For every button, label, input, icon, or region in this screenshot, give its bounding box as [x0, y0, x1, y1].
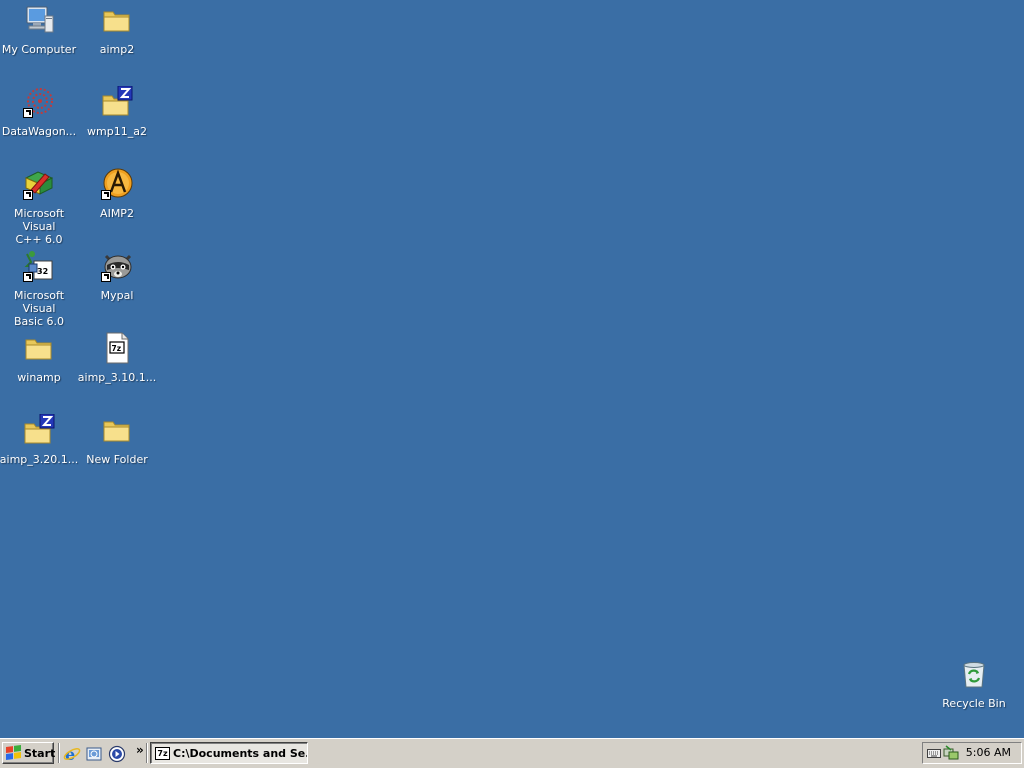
desktop-icon-label: aimp_3.20.1...	[0, 453, 79, 466]
desktop-icon-aimp-3-20-archive[interactable]: aimp_3.20.1...	[0, 412, 78, 466]
7zip-icon: 7z	[155, 746, 170, 760]
windows-logo-icon	[6, 744, 21, 761]
zip-folder-icon	[101, 85, 133, 118]
desktop-icon-label: Microsoft Visual C++ 6.0	[13, 207, 65, 246]
folder-icon	[101, 414, 133, 446]
desktop-icon-label: Mypal	[100, 289, 134, 302]
start-button[interactable]: Start	[2, 742, 56, 764]
taskbar: Start e » 7z C:\Documents and Se... 5:06…	[0, 738, 1024, 768]
desktop-icon-label: winamp	[17, 371, 61, 384]
show-desktop-icon[interactable]	[85, 745, 103, 763]
taskbar-task-7zip-window[interactable]: 7z C:\Documents and Se...	[150, 742, 308, 764]
desktop-icon-datawagon[interactable]: DataWagon...	[0, 84, 78, 138]
task-label: C:\Documents and Se...	[173, 746, 308, 760]
desktop-icon-aimp-3-10-archive[interactable]: 7z aimp_3.10.1...	[78, 330, 156, 384]
desktop-icon-aimp2[interactable]: AIMP2	[78, 166, 156, 220]
7zip-archive-icon: 7z	[101, 332, 133, 364]
internet-explorer-icon[interactable]: e	[63, 745, 81, 764]
clock[interactable]: 5:06 AM	[966, 746, 1011, 759]
aimp-icon	[101, 168, 133, 200]
my-computer-icon	[23, 4, 55, 36]
svg-text:7z: 7z	[112, 344, 122, 353]
network-icon[interactable]	[943, 745, 959, 761]
datawagon-icon	[23, 86, 55, 118]
taskbar-separator	[146, 743, 148, 763]
desktop-icon-recycle-bin[interactable]: Recycle Bin	[935, 656, 1013, 710]
keyboard-icon[interactable]	[927, 747, 941, 759]
desktop-icon-label: wmp11_a2	[87, 125, 147, 138]
visual-cpp-icon	[23, 168, 55, 200]
zip-folder-icon	[23, 413, 55, 446]
recycle-bin-icon	[958, 658, 990, 690]
media-player-icon[interactable]	[108, 745, 126, 763]
desktop-icon-label: Microsoft Visual Basic 6.0	[13, 289, 65, 328]
folder-icon	[23, 332, 55, 364]
desktop-icon-winamp-folder[interactable]: winamp	[0, 330, 78, 384]
taskbar-separator	[58, 743, 60, 763]
system-tray: 5:06 AM	[922, 742, 1022, 764]
desktop-icon-label: Recycle Bin	[942, 697, 1006, 710]
folder-icon	[101, 4, 133, 36]
shortcut-arrow-icon	[23, 190, 33, 200]
desktop-icon-label: AIMP2	[100, 207, 134, 220]
desktop-icon-visual-cpp[interactable]: Microsoft Visual C++ 6.0	[0, 166, 78, 246]
svg-text:32: 32	[37, 267, 48, 276]
desktop-icon-wmp11-a2[interactable]: wmp11_a2	[78, 84, 156, 138]
desktop-icon-visual-basic[interactable]: 32 Microsoft Visual Basic 6.0	[0, 248, 78, 328]
desktop-icon-label: aimp_3.10.1...	[77, 371, 157, 384]
shortcut-arrow-icon	[23, 272, 33, 282]
desktop-icon-label: My Computer	[1, 43, 77, 56]
shortcut-arrow-icon	[23, 108, 33, 118]
desktop-icon-new-folder[interactable]: New Folder	[78, 412, 156, 466]
shortcut-arrow-icon	[101, 190, 111, 200]
desktop-icon-label: New Folder	[86, 453, 148, 466]
shortcut-arrow-icon	[101, 272, 111, 282]
desktop-icon-mypal[interactable]: Mypal	[78, 248, 156, 302]
start-label: Start	[24, 746, 56, 760]
mypal-raccoon-icon	[101, 250, 133, 282]
quick-launch-chevron[interactable]: »	[136, 743, 144, 757]
desktop[interactable]: My Computer aimp2 DataWagon... wmp11_a2 …	[0, 0, 1024, 738]
desktop-icon-label: aimp2	[99, 43, 135, 56]
visual-basic-icon: 32	[23, 250, 55, 282]
desktop-icon-aimp2-folder[interactable]: aimp2	[78, 2, 156, 56]
desktop-icon-my-computer[interactable]: My Computer	[0, 2, 78, 56]
desktop-icon-label: DataWagon...	[1, 125, 77, 138]
